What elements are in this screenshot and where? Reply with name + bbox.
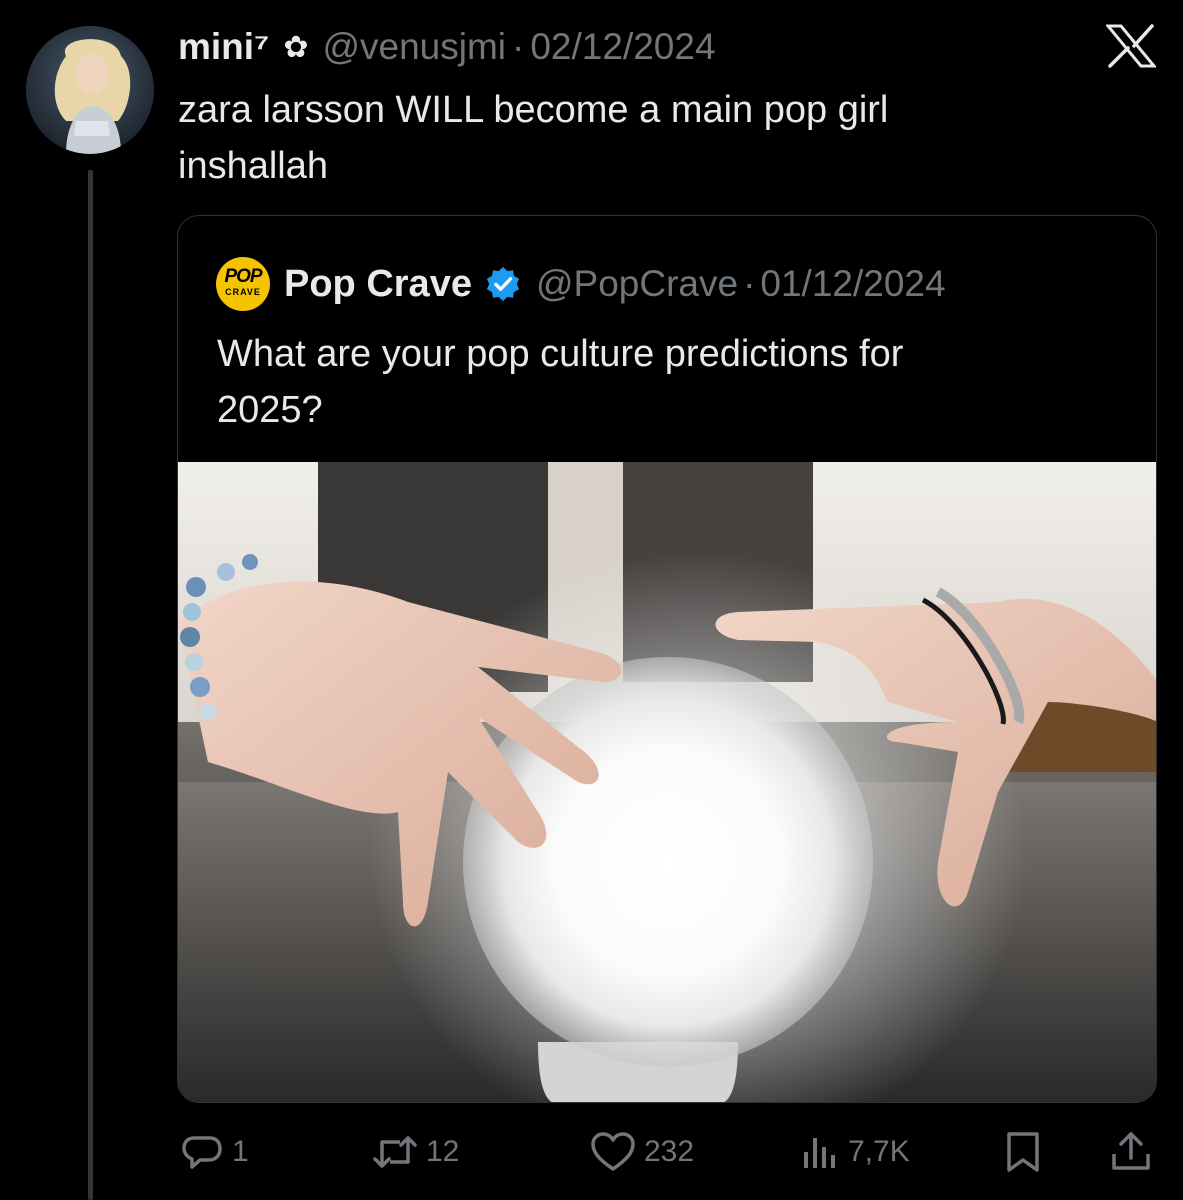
avatar-photo	[26, 26, 154, 154]
reply-icon	[182, 1136, 222, 1169]
quoted-text-line: 2025?	[217, 389, 323, 431]
bookmark-icon	[1007, 1132, 1039, 1172]
views-count: 7,7K	[848, 1135, 910, 1168]
tweet-text-line: zara larsson WILL become a main pop girl	[178, 89, 889, 131]
x-logo-icon	[1104, 24, 1158, 68]
repost-icon	[373, 1136, 417, 1168]
quoted-display-name[interactable]: Pop Crave	[284, 263, 472, 306]
repost-count: 12	[426, 1135, 460, 1168]
separator-dot: ·	[743, 263, 756, 304]
views-button[interactable]: 7,7K	[800, 1120, 910, 1184]
popcrave-avatar[interactable]: POP CRAVE	[216, 257, 270, 311]
quoted-text-line: What are your pop culture predictions fo…	[217, 333, 904, 375]
like-count: 232	[644, 1135, 695, 1168]
tweet-date[interactable]: 02/12/2024	[530, 26, 715, 68]
popcrave-logo-pop: POP	[224, 266, 262, 287]
share-button[interactable]	[1110, 1120, 1152, 1184]
reply-count: 1	[232, 1135, 249, 1168]
quoted-tweet[interactable]: POP CRAVE Pop Crave @PopCrave · 01/12/20…	[177, 215, 1157, 1103]
quoted-text: What are your pop culture predictions fo…	[217, 326, 1117, 438]
quoted-date[interactable]: 01/12/2024	[760, 263, 945, 305]
like-icon	[591, 1132, 635, 1171]
repost-button[interactable]: 12	[372, 1120, 459, 1184]
bookmark-button[interactable]	[1003, 1120, 1043, 1184]
crystal-ball-illustration	[178, 462, 1156, 1102]
like-button[interactable]: 232	[590, 1120, 694, 1184]
display-name[interactable]: mini⁷	[178, 26, 269, 68]
tweet-text-line: inshallah	[178, 145, 328, 187]
quoted-handle[interactable]: @PopCrave	[536, 263, 738, 305]
action-bar: 1 12 232 7,7K	[0, 1120, 1183, 1184]
views-icon	[804, 1138, 835, 1168]
reply-button[interactable]: 1	[180, 1120, 249, 1184]
verified-badge-icon	[486, 266, 520, 302]
tweet-text: zara larsson WILL become a main pop girl…	[178, 82, 1078, 194]
separator-dot: ·	[512, 26, 525, 67]
share-icon	[1112, 1132, 1150, 1170]
user-handle[interactable]: @venusjmi	[322, 26, 506, 68]
avatar[interactable]	[26, 26, 154, 154]
crystal-ball-image[interactable]	[178, 462, 1156, 1102]
popcrave-logo-crave: CRAVE	[225, 287, 261, 297]
flower-icon: ✿	[283, 30, 309, 64]
thread-line	[88, 170, 93, 1200]
tweet-header: mini⁷ ✿ @venusjmi · 02/12/2024	[178, 22, 716, 72]
quoted-header: POP CRAVE Pop Crave @PopCrave · 01/12/20…	[216, 256, 946, 312]
